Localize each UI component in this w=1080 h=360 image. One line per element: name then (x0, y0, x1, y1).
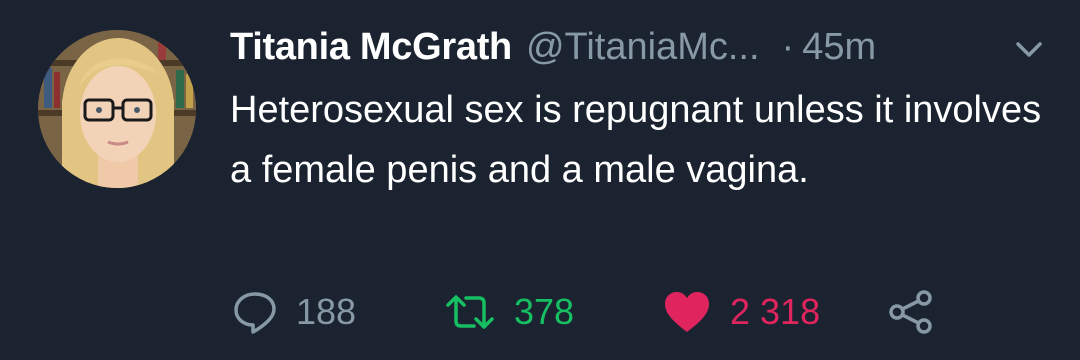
tweet-header: Titania McGrath @TitaniaMc... · 45m (230, 22, 876, 72)
timestamp[interactable]: 45m (802, 26, 876, 69)
reply-icon (234, 292, 276, 334)
display-name[interactable]: Titania McGrath (230, 26, 512, 69)
retweet-icon (446, 295, 494, 329)
chevron-down-icon[interactable] (1012, 34, 1046, 64)
like-button[interactable]: 2 318 (662, 285, 820, 339)
reply-button[interactable]: 188 (232, 285, 356, 339)
tweet-text: Heterosexual sex is repugnant unless it … (230, 89, 1042, 191)
separator-dot: · (781, 25, 795, 68)
reply-count: 188 (296, 291, 357, 332)
avatar[interactable] (38, 30, 196, 188)
heart-icon (665, 292, 709, 332)
retweet-button[interactable]: 378 (444, 285, 574, 339)
tweet-actions: 188 378 2 318 (230, 285, 1010, 339)
share-button[interactable] (886, 285, 936, 339)
user-handle[interactable]: @TitaniaMc... (526, 26, 760, 69)
tweet-card[interactable]: Titania McGrath @TitaniaMc... · 45m Hete… (0, 0, 1080, 360)
share-icon (889, 290, 932, 334)
retweet-count: 378 (514, 291, 575, 332)
like-count: 2 318 (730, 291, 821, 332)
